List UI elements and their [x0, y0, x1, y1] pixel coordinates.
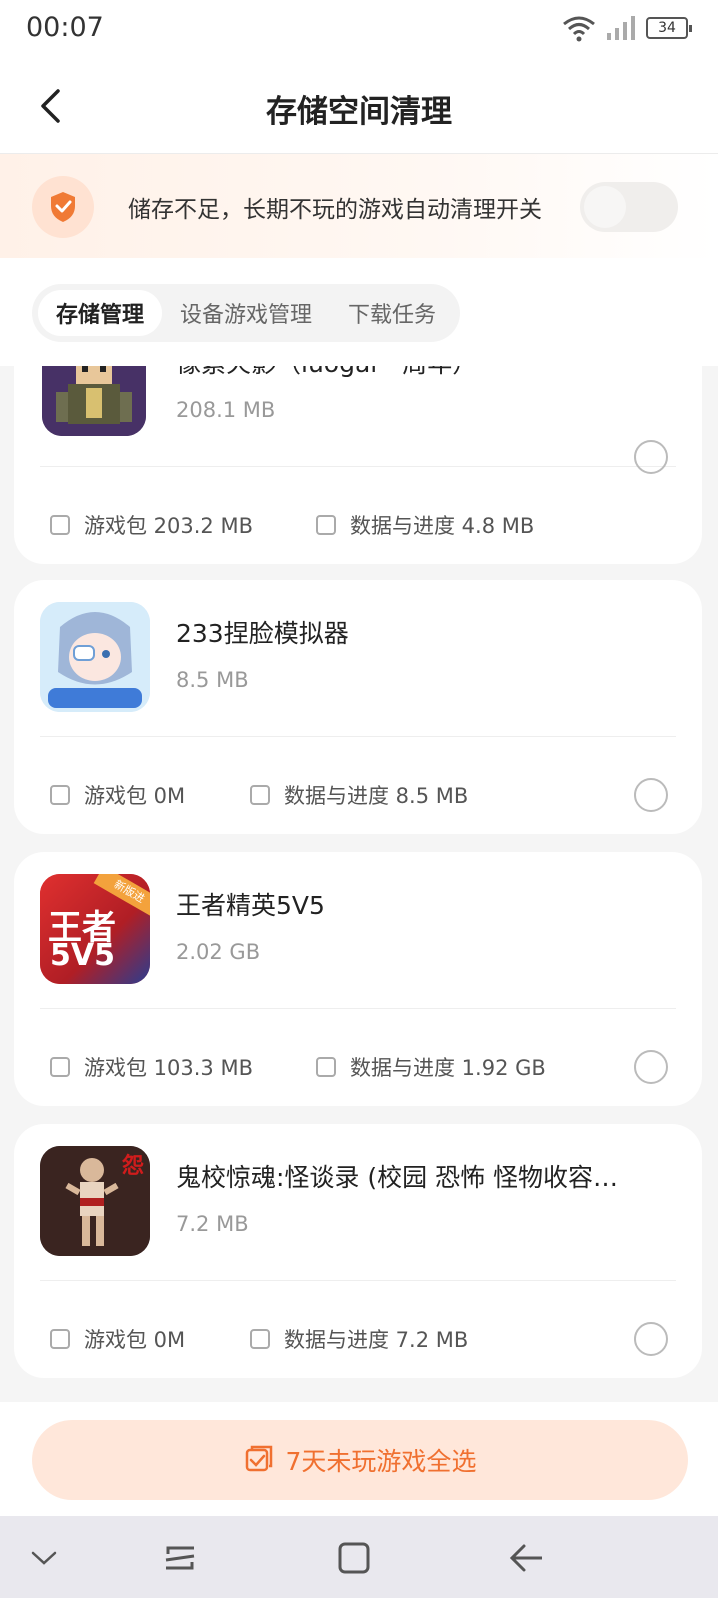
tab-download-tasks[interactable]: 下载任务 [330, 290, 454, 336]
divider [40, 736, 676, 737]
bottom-action-bar: 7天未玩游戏全选 [0, 1402, 718, 1516]
package-option[interactable]: 游戏包 103.3 MB [50, 1052, 253, 1082]
auto-clean-toggle[interactable] [580, 182, 678, 232]
tab-device-game-management[interactable]: 设备游戏管理 [162, 290, 330, 336]
game-name: 鬼校惊魂:怪谈录 (校园 恐怖 怪物收容… [176, 1163, 619, 1192]
tab-bar: 存储管理 设备游戏管理 下载任务 [32, 284, 461, 342]
package-option[interactable]: 游戏包 0M [50, 780, 185, 810]
page-title: 存储空间清理 [266, 94, 452, 130]
game-card: 怨 鬼校惊魂:怪谈录 (校园 恐怖 怪物收容… 7.2 MB 游戏包 0M 数据… [14, 1124, 702, 1378]
data-option[interactable]: 数据与进度 8.5 MB [250, 780, 468, 810]
game-size: 8.5 MB [176, 668, 249, 692]
game-size: 2.02 GB [176, 940, 261, 964]
select-all-unplayed-button[interactable]: 7天未玩游戏全选 [32, 1420, 688, 1500]
select-game-radio[interactable] [634, 440, 668, 474]
status-icons: 34 [562, 14, 692, 42]
data-label: 数据与进度 7.2 MB [284, 1328, 469, 1352]
select-all-icon [245, 1445, 272, 1472]
select-game-radio[interactable] [634, 778, 668, 812]
battery-icon: 34 [646, 17, 692, 39]
game-icon: 新版进 王者 5V5 [40, 874, 150, 984]
game-card: 新版进 王者 5V5 王者精英5V5 2.02 GB 游戏包 103.3 MB … [14, 852, 702, 1106]
signal-icon [607, 16, 635, 40]
checkbox[interactable] [250, 785, 270, 805]
data-option[interactable]: 数据与进度 4.8 MB [316, 510, 534, 540]
select-game-radio[interactable] [634, 1050, 668, 1084]
checkbox[interactable] [50, 1329, 70, 1349]
game-card: 像素火影（luogal一周年） 208.1 MB 游戏包 203.2 MB 数据… [14, 366, 702, 564]
divider [40, 1008, 676, 1009]
select-game-radio[interactable] [634, 1322, 668, 1356]
icon-corner-text: 怨 [121, 1154, 144, 1179]
game-name: 像素火影（luogal一周年） [176, 366, 666, 380]
checkbox[interactable] [50, 515, 70, 535]
data-label: 数据与进度 1.92 GB [350, 1056, 546, 1080]
tab-storage-management[interactable]: 存储管理 [38, 290, 163, 336]
game-name: 233捏脸模拟器 [176, 619, 349, 648]
header: 存储空间清理 [0, 58, 718, 154]
checkbox[interactable] [250, 1329, 270, 1349]
package-option[interactable]: 游戏包 0M [50, 1324, 185, 1354]
home-button[interactable] [334, 1538, 374, 1578]
data-label: 数据与进度 4.8 MB [350, 514, 535, 538]
chevron-down-icon [31, 1551, 57, 1565]
data-option[interactable]: 数据与进度 7.2 MB [250, 1324, 468, 1354]
game-card: 233捏脸模拟器 8.5 MB 游戏包 0M 数据与进度 8.5 MB [14, 580, 702, 834]
package-option[interactable]: 游戏包 203.2 MB [50, 510, 253, 540]
data-label: 数据与进度 8.5 MB [284, 784, 469, 808]
back-icon [509, 1544, 542, 1572]
package-label: 游戏包 103.3 MB [84, 1056, 253, 1080]
tabs-container: 存储管理 设备游戏管理 下载任务 [0, 258, 718, 366]
data-option[interactable]: 数据与进度 1.92 GB [316, 1052, 546, 1082]
status-bar: 00:07 34 [0, 0, 718, 58]
package-label: 游戏包 0M [84, 1328, 186, 1352]
system-nav-bar [0, 1516, 718, 1598]
package-label: 游戏包 203.2 MB [84, 514, 253, 538]
wifi-icon [563, 16, 595, 42]
icon-subtitle-text: 5V5 [50, 938, 115, 973]
notice-text: 储存不足，长期不玩的游戏自动清理开关 [128, 197, 542, 223]
shield-icon [32, 176, 94, 238]
auto-clean-notice: 储存不足，长期不玩的游戏自动清理开关 [0, 154, 718, 258]
game-name: 王者精英5V5 [176, 891, 325, 920]
game-size: 7.2 MB [176, 1212, 249, 1236]
divider [40, 466, 676, 467]
checkbox[interactable] [316, 1057, 336, 1077]
home-square-icon [338, 1542, 370, 1574]
checkbox[interactable] [316, 515, 336, 535]
game-icon [40, 602, 150, 712]
checkbox[interactable] [50, 1057, 70, 1077]
toggle-knob [584, 186, 626, 228]
checkbox[interactable] [50, 785, 70, 805]
game-icon: 怨 [40, 1146, 150, 1256]
package-label: 游戏包 0M [84, 784, 186, 808]
status-time: 00:07 [26, 12, 104, 43]
game-size: 208.1 MB [176, 398, 276, 422]
divider [40, 1280, 676, 1281]
recent-apps-button[interactable] [160, 1538, 200, 1578]
collapse-nav-button[interactable] [24, 1538, 64, 1578]
select-all-label: 7天未玩游戏全选 [285, 1447, 477, 1476]
game-icon [42, 366, 146, 436]
system-back-button[interactable] [506, 1538, 546, 1578]
recent-apps-icon [165, 1546, 195, 1570]
game-list[interactable]: 像素火影（luogal一周年） 208.1 MB 游戏包 203.2 MB 数据… [0, 366, 718, 1402]
